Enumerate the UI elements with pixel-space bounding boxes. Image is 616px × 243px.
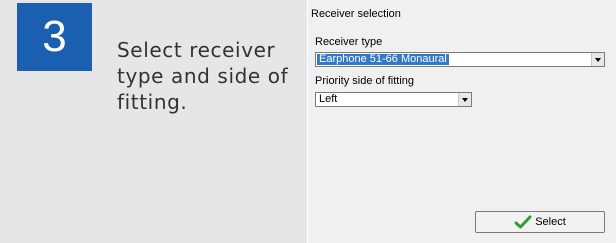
receiver-type-dropdown[interactable]: Earphone 51-66 Monaural — [315, 52, 605, 67]
receiver-type-label: Receiver type — [315, 36, 383, 48]
select-button[interactable]: Select — [475, 211, 605, 233]
step-panel: 3 Select receiver type and side of fitti… — [0, 0, 307, 243]
step-instruction: Select receiver type and side of fitting… — [117, 38, 289, 114]
step-number-badge: 3 — [17, 3, 92, 71]
receiver-type-value: Earphone 51-66 Monaural — [317, 53, 449, 65]
dialog-title: Receiver selection — [311, 8, 401, 20]
receiver-selection-dialog: Receiver selection Receiver type Earphon… — [307, 0, 616, 243]
select-button-label: Select — [535, 216, 566, 228]
priority-side-value: Left — [319, 93, 338, 105]
priority-side-label: Priority side of fitting — [315, 75, 415, 87]
chevron-down-icon[interactable] — [458, 93, 471, 106]
priority-side-dropdown[interactable]: Left — [315, 92, 472, 107]
chevron-down-icon[interactable] — [591, 53, 604, 66]
check-icon — [514, 215, 532, 229]
panel-separator — [307, 0, 308, 243]
